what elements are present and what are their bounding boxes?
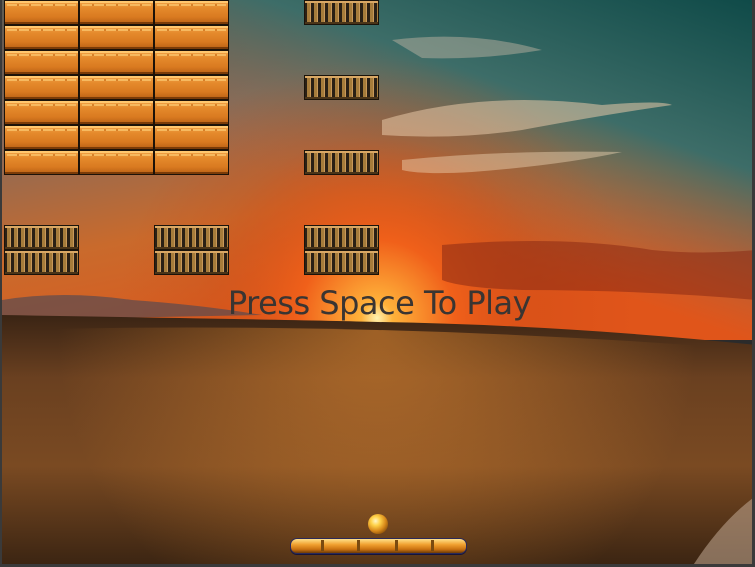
brick-metal (304, 225, 379, 250)
brick-orange (4, 100, 79, 125)
brick-orange (4, 125, 79, 150)
brick-metal (4, 225, 79, 250)
brick-orange (154, 100, 229, 125)
brick-orange (79, 75, 154, 100)
brick-orange (79, 0, 154, 25)
brick-orange (79, 25, 154, 50)
brick-orange (4, 25, 79, 50)
brick-orange (154, 25, 229, 50)
brick-metal (4, 250, 79, 275)
paddle-icon[interactable] (290, 538, 467, 554)
brick-orange (154, 75, 229, 100)
brick-metal (154, 250, 229, 275)
brick-orange (79, 100, 154, 125)
brick-orange (4, 50, 79, 75)
brick-orange (4, 75, 79, 100)
press-space-message: Press Space To Play (227, 284, 532, 322)
brick-orange (154, 125, 229, 150)
brick-orange (154, 0, 229, 25)
brick-orange (79, 125, 154, 150)
brick-metal (154, 225, 229, 250)
brick-orange (4, 0, 79, 25)
brick-metal (304, 75, 379, 100)
brick-orange (79, 150, 154, 175)
brick-orange (154, 50, 229, 75)
brick-orange (79, 50, 154, 75)
brick-orange (154, 150, 229, 175)
brick-metal (304, 250, 379, 275)
brick-orange (4, 150, 79, 175)
game-canvas[interactable]: Press Space To Play (0, 0, 755, 567)
brick-metal (304, 0, 379, 25)
ball-icon (368, 514, 388, 534)
brick-metal (304, 150, 379, 175)
